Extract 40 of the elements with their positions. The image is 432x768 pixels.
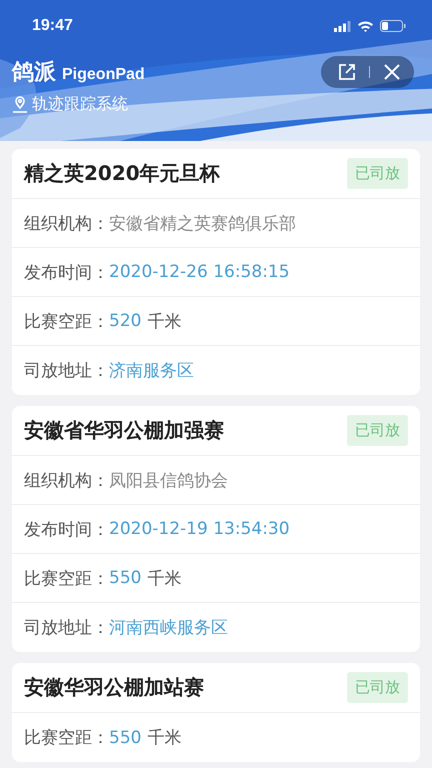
field-value: 2020-12-19 13:54:30	[109, 519, 290, 539]
status-tag: 已司放	[347, 672, 408, 703]
field-value: 2020-12-26 16:58:15	[109, 262, 290, 282]
field-label: 发布时间：	[24, 262, 109, 284]
race-card[interactable]: 安徽省华羽公棚加强赛 已司放 组织机构：凤阳县信鸽协会 发布时间：2020-12-19 13:54:30 比赛空距：550 千米 司放地址：河南西峡服务区	[12, 406, 420, 652]
field-value: 安徽省精之英赛鸽俱乐部	[109, 212, 296, 234]
field-label: 比赛空距：	[24, 310, 109, 332]
unit-label: 千米	[147, 568, 182, 590]
app-name: 鸽派	[12, 60, 56, 85]
field-label: 组织机构：	[24, 212, 109, 234]
field-label: 司放地址：	[24, 360, 109, 382]
location-pin-icon	[12, 96, 28, 113]
field-label: 比赛空距：	[24, 727, 109, 749]
field-value: 济南服务区	[109, 360, 194, 382]
field-label: 比赛空距：	[24, 568, 109, 590]
field-label: 发布时间：	[24, 518, 109, 540]
status-tag: 已司放	[347, 158, 408, 189]
race-title: 精之英2020年元旦杯	[24, 160, 220, 187]
race-title: 安徽省华羽公棚加强赛	[24, 417, 224, 444]
unit-label: 千米	[147, 310, 182, 332]
status-time: 19:47	[32, 17, 73, 35]
battery-icon	[380, 20, 406, 32]
race-card[interactable]: 安徽华羽公棚加站赛 已司放 比赛空距：550 千米	[12, 663, 420, 762]
field-value: 河南西峡服务区	[109, 617, 228, 639]
field-value: 550	[109, 568, 142, 588]
subtitle: 轨迹跟踪系统	[32, 94, 128, 115]
app-name-latin: PigeonPad	[62, 66, 145, 83]
race-card[interactable]: 精之英2020年元旦杯 已司放 组织机构：安徽省精之英赛鸽俱乐部 发布时间：2020-12-26 16:58:15 比赛空距：520 千米 司放地址：济南服务区	[12, 149, 420, 395]
field-value: 550	[109, 728, 142, 748]
close-icon[interactable]	[382, 62, 402, 82]
field-value: 520	[109, 311, 142, 331]
field-value: 凤阳县信鸽协会	[109, 470, 228, 492]
field-label: 组织机构：	[24, 470, 109, 492]
wifi-icon	[358, 20, 373, 32]
share-icon[interactable]	[337, 62, 357, 82]
race-title: 安徽华羽公棚加站赛	[24, 674, 204, 701]
signal-icon	[334, 20, 351, 32]
status-tag: 已司放	[347, 415, 408, 446]
unit-label: 千米	[147, 727, 182, 749]
field-label: 司放地址：	[24, 617, 109, 639]
